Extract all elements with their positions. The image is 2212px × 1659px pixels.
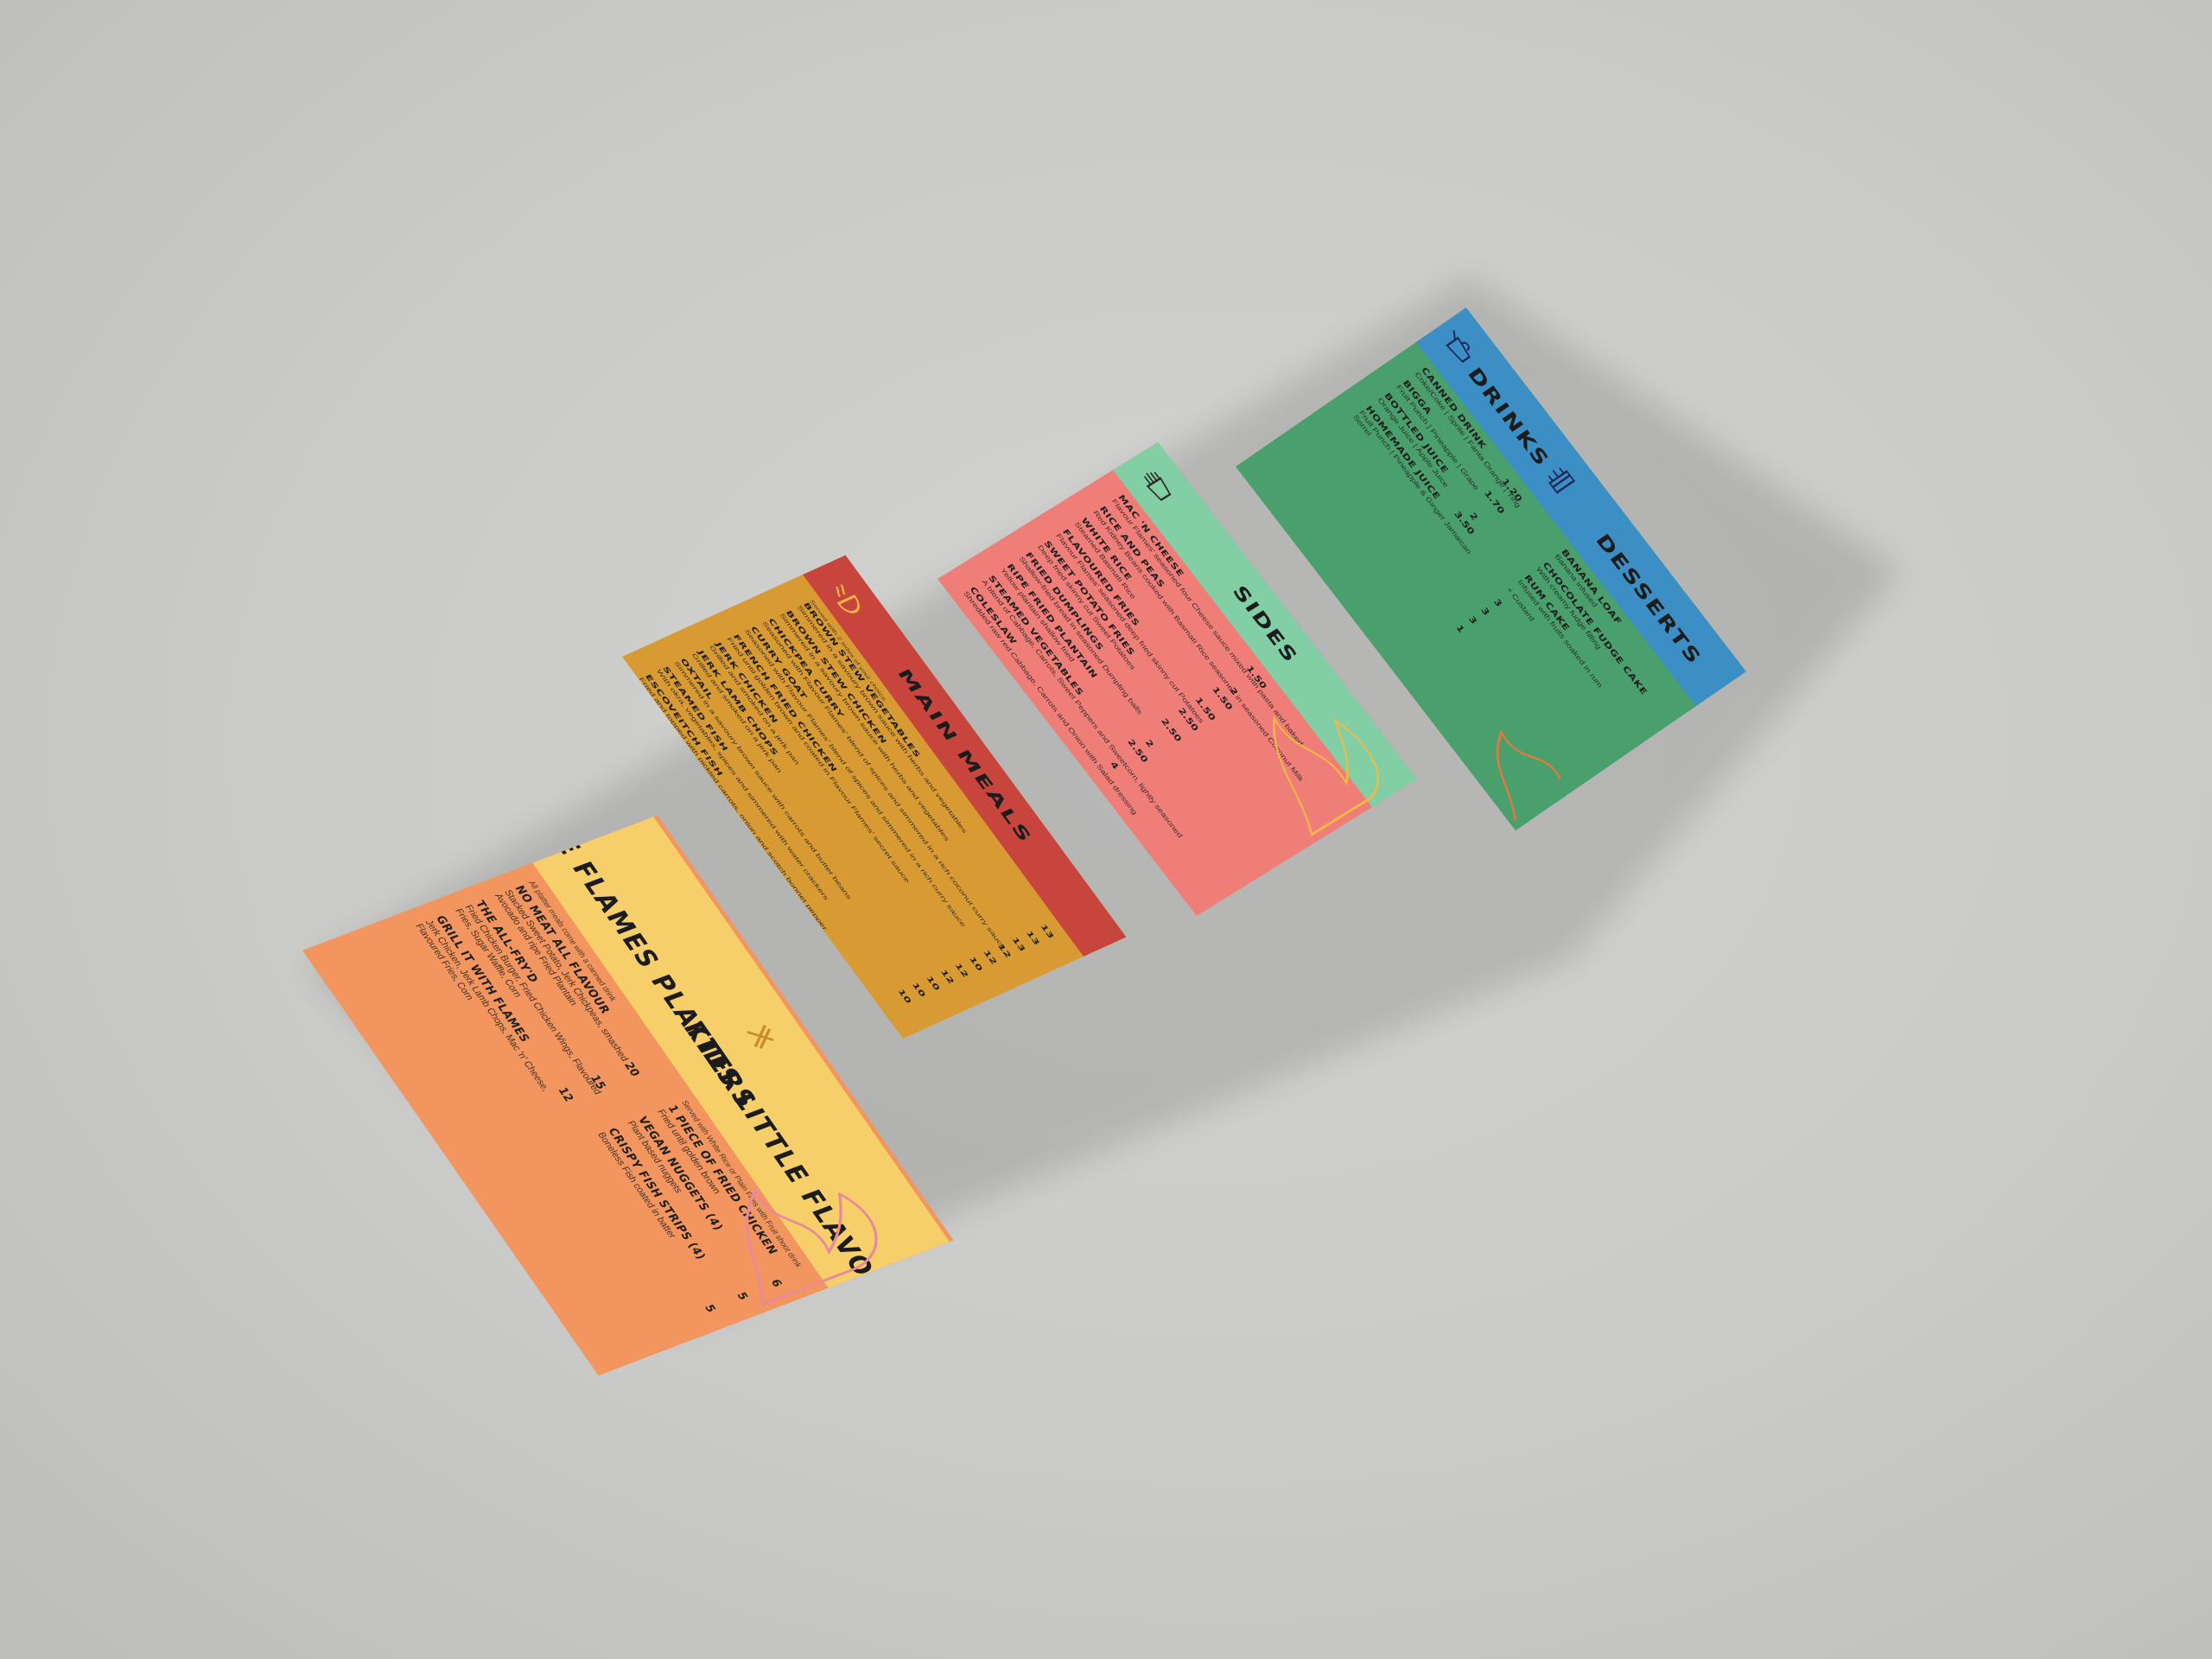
price: 12 [952,962,970,979]
price: 12 [938,969,956,986]
price: 13 [1024,930,1041,947]
price: 12 [981,949,999,966]
price: 2 [1227,686,1240,697]
brochure-shadow [311,276,1901,1331]
price: 13 [1009,936,1027,953]
price: 10 [895,988,913,1005]
price: 2 [1142,738,1155,750]
price: 10 [924,975,942,992]
price: 13 [1038,923,1056,940]
price: 10 [967,956,984,973]
price: 12 [995,943,1013,960]
price: 4 [1108,760,1121,772]
price: 10 [910,982,927,999]
